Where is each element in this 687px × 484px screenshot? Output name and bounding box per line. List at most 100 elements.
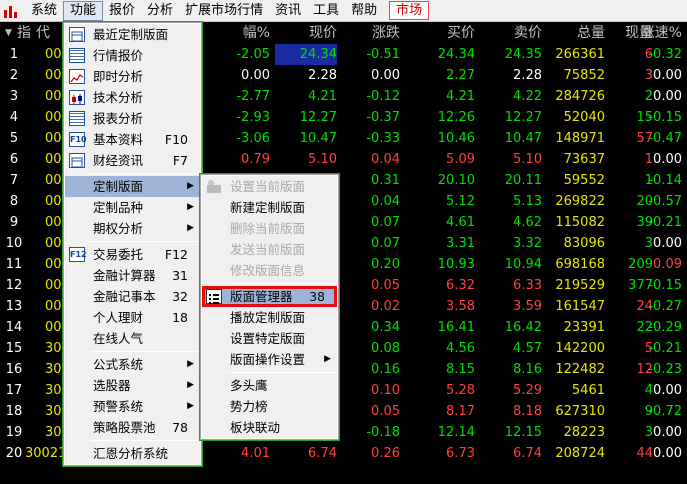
menu-item[interactable]: 预警系统 ▶ xyxy=(65,396,200,417)
layout-manager-icon xyxy=(206,289,222,304)
menu-item[interactable]: 定制品种 ▶ xyxy=(65,197,200,218)
total-volume-cell: 122482 xyxy=(555,362,605,377)
menubar-item[interactable]: 帮助 xyxy=(345,1,383,21)
menu-item[interactable]: 报表分析 xyxy=(65,108,200,129)
menu-item-label: 最近定制版面 xyxy=(93,27,169,42)
speed-pct-cell: -0.47 xyxy=(648,131,682,146)
menubar-item[interactable]: 功能 xyxy=(63,0,104,21)
menu-item[interactable]: 势力榜 xyxy=(202,396,337,417)
menu-item[interactable]: 最近定制版面 xyxy=(65,24,200,45)
menu-item-shortcut: 18 xyxy=(172,310,188,325)
submenu-arrow-icon: ▶ xyxy=(187,181,194,191)
menubar-item[interactable]: 系统 xyxy=(25,1,63,21)
change-cell: -0.12 xyxy=(366,89,400,104)
total-volume-cell: 115082 xyxy=(555,215,605,230)
total-volume-cell: 208724 xyxy=(555,446,605,461)
menu-item[interactable]: 设置特定版面 xyxy=(202,328,337,349)
menubar-item[interactable]: 扩展市场行情 xyxy=(179,1,269,21)
menu-item[interactable]: 版面管理器 38 xyxy=(202,286,337,307)
change-cell: 0.05 xyxy=(371,278,400,293)
menu-separator xyxy=(89,351,198,352)
menu-item[interactable]: F10 基本资料 F10 xyxy=(65,129,200,150)
row-index-cell: 1 xyxy=(9,47,19,62)
ask-price-cell: 12.15 xyxy=(504,425,542,440)
total-volume-cell: 284726 xyxy=(555,89,605,104)
row-index-cell: 16 xyxy=(5,362,23,377)
menubar-item[interactable]: 工具 xyxy=(307,1,345,21)
change-cell: -0.18 xyxy=(366,425,400,440)
f12-icon: F12 xyxy=(69,247,87,262)
menu-item[interactable]: 版面操作设置 ▶ xyxy=(202,349,337,370)
bid-price-cell: 10.93 xyxy=(437,257,475,272)
header-price[interactable]: 现价 xyxy=(275,23,337,44)
total-volume-cell: 83096 xyxy=(563,236,605,251)
menu-item[interactable]: 公式系统 ▶ xyxy=(65,354,200,375)
menu-item[interactable]: 行情报价 xyxy=(65,45,200,66)
menu-item[interactable]: 汇恩分析系统 xyxy=(65,443,200,464)
price-cell: 4.21 xyxy=(308,89,337,104)
menu-item[interactable]: 板块联动 xyxy=(202,417,337,438)
price-cell: 5.10 xyxy=(308,152,337,167)
bid-price-cell: 2.27 xyxy=(446,68,475,83)
menu-item-label: 技术分析 xyxy=(93,90,144,105)
menu-item[interactable]: 金融记事本 32 xyxy=(65,286,200,307)
market-button[interactable]: 市场 xyxy=(389,1,430,20)
total-volume-cell: 219529 xyxy=(555,278,605,293)
menu-item[interactable]: 新建定制版面 xyxy=(202,197,337,218)
menu-item[interactable]: 技术分析 xyxy=(65,87,200,108)
row-index-cell: 14 xyxy=(5,320,23,335)
menu-item[interactable]: 策略股票池 78 xyxy=(65,417,200,438)
menu-item-label: 汇恩分析系统 xyxy=(93,446,169,461)
header-change[interactable]: 涨跌 xyxy=(340,23,400,44)
quote-grid-icon xyxy=(69,48,85,63)
header-ask[interactable]: 卖价 xyxy=(475,23,542,44)
total-volume-cell: 59552 xyxy=(563,173,605,188)
total-volume-cell: 73637 xyxy=(563,152,605,167)
ask-price-cell: 4.62 xyxy=(513,215,542,230)
speed-pct-cell: 0.00 xyxy=(653,425,682,440)
menu-item[interactable]: 选股器 ▶ xyxy=(65,375,200,396)
menu-item[interactable]: 金融计算器 31 xyxy=(65,265,200,286)
change-cell: 0.07 xyxy=(371,236,400,251)
menu-item[interactable]: 期权分析 ▶ xyxy=(65,218,200,239)
row-index-cell: 8 xyxy=(9,194,19,209)
app-logo-icon[interactable] xyxy=(3,3,19,19)
row-index-cell: 11 xyxy=(5,257,23,272)
change-cell: 0.04 xyxy=(371,152,400,167)
ask-price-cell: 12.27 xyxy=(504,110,542,125)
menu-item[interactable]: 多头鹰 xyxy=(202,375,337,396)
menubar-item[interactable]: 分析 xyxy=(141,1,179,21)
menu-item-label: 公式系统 xyxy=(93,357,144,372)
menubar-item[interactable]: 报价 xyxy=(103,1,141,21)
sort-down-icon[interactable]: ▼ xyxy=(5,23,12,44)
header-index[interactable]: 指 xyxy=(14,23,34,44)
header-change-pct[interactable]: 幅% xyxy=(200,23,270,44)
submenu-arrow-icon: ▶ xyxy=(187,401,194,411)
menu-item[interactable]: 个人理财 18 xyxy=(65,307,200,328)
menu-item[interactable]: F12 交易委托 F12 xyxy=(65,244,200,265)
menu-item-label: 个人理财 xyxy=(93,310,144,325)
menu-separator xyxy=(226,283,335,284)
menu-item[interactable]: 定制版面 ▶ xyxy=(65,176,200,197)
change-pct-cell: -2.77 xyxy=(236,89,270,104)
menu-item-label: 版面管理器 xyxy=(230,289,293,304)
total-volume-cell: 142200 xyxy=(555,341,605,356)
change-cell: 0.16 xyxy=(371,362,400,377)
menu-item[interactable]: 即时分析 xyxy=(65,66,200,87)
bid-price-cell: 4.56 xyxy=(446,341,475,356)
change-cell: 0.26 xyxy=(371,446,400,461)
header-bid[interactable]: 买价 xyxy=(405,23,475,44)
row-index-cell: 9 xyxy=(9,215,19,230)
menu-item[interactable]: 财经资讯 F7 xyxy=(65,150,200,171)
header-speed[interactable]: 涨速% xyxy=(640,23,682,44)
menubar-item[interactable]: 资讯 xyxy=(269,1,307,21)
speed-pct-cell: 0.00 xyxy=(653,152,682,167)
submenu-arrow-icon: ▶ xyxy=(187,359,194,369)
change-cell: 0.08 xyxy=(371,341,400,356)
ask-price-cell: 24.35 xyxy=(504,47,542,62)
menu-item[interactable]: 播放定制版面 xyxy=(202,307,337,328)
ask-price-cell: 5.29 xyxy=(513,383,542,398)
header-volume[interactable]: 总量 xyxy=(545,23,605,44)
menu-item[interactable]: 在线人气 xyxy=(65,328,200,349)
total-volume-cell: 148971 xyxy=(555,131,605,146)
